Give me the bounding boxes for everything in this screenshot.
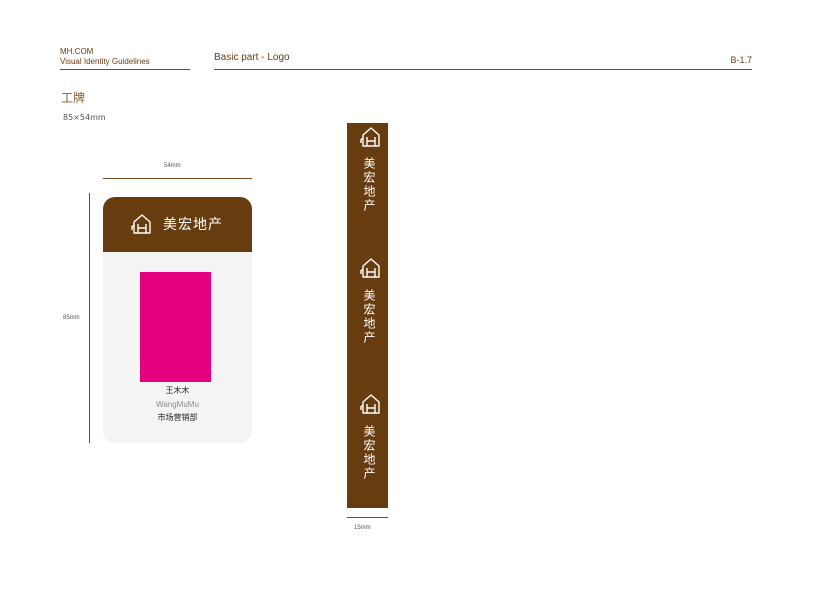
item-size: 85×54mm [63,113,106,122]
lanyard-dimension-label: 15mm [354,525,371,531]
guidelines-subtitle: Visual Identity Guidelines [60,57,150,66]
section-title: Basic part - Logo [214,52,290,63]
badge-header: 美宏地产 [103,197,252,252]
photo-placeholder [140,272,211,382]
width-dimension-line [103,178,252,179]
person-department: 市场营销部 [157,413,198,422]
item-title: 工牌 [61,91,86,105]
house-logo-icon [360,258,380,278]
page-code: B-1.7 [730,55,752,65]
person-pinyin: WangMuMu [156,400,199,409]
height-dimension-line [89,193,90,443]
lanyard-dimension-line [347,517,388,518]
house-logo-icon [360,127,380,147]
house-logo-icon [360,394,380,414]
badge-card: 美宏地产 王木木 WangMuMu 市场营销部 [103,197,252,443]
lanyard-strap: 美宏地产 美宏地产 美宏地产 [347,123,388,508]
brand-name: MH.COM [60,47,94,56]
badge-logo-text: 美宏地产 [163,217,223,233]
person-name: 王木木 [165,386,190,395]
lanyard-logo-text: 美宏地产 [362,157,376,213]
height-dimension-label: 85mm [63,315,80,321]
header-rule-left [60,69,190,70]
lanyard-logo-text: 美宏地产 [362,289,376,345]
lanyard-logo-text: 美宏地产 [362,425,376,481]
house-logo-icon [131,214,151,234]
header-rule-right [214,69,752,70]
width-dimension-label: 54mm [164,163,181,169]
